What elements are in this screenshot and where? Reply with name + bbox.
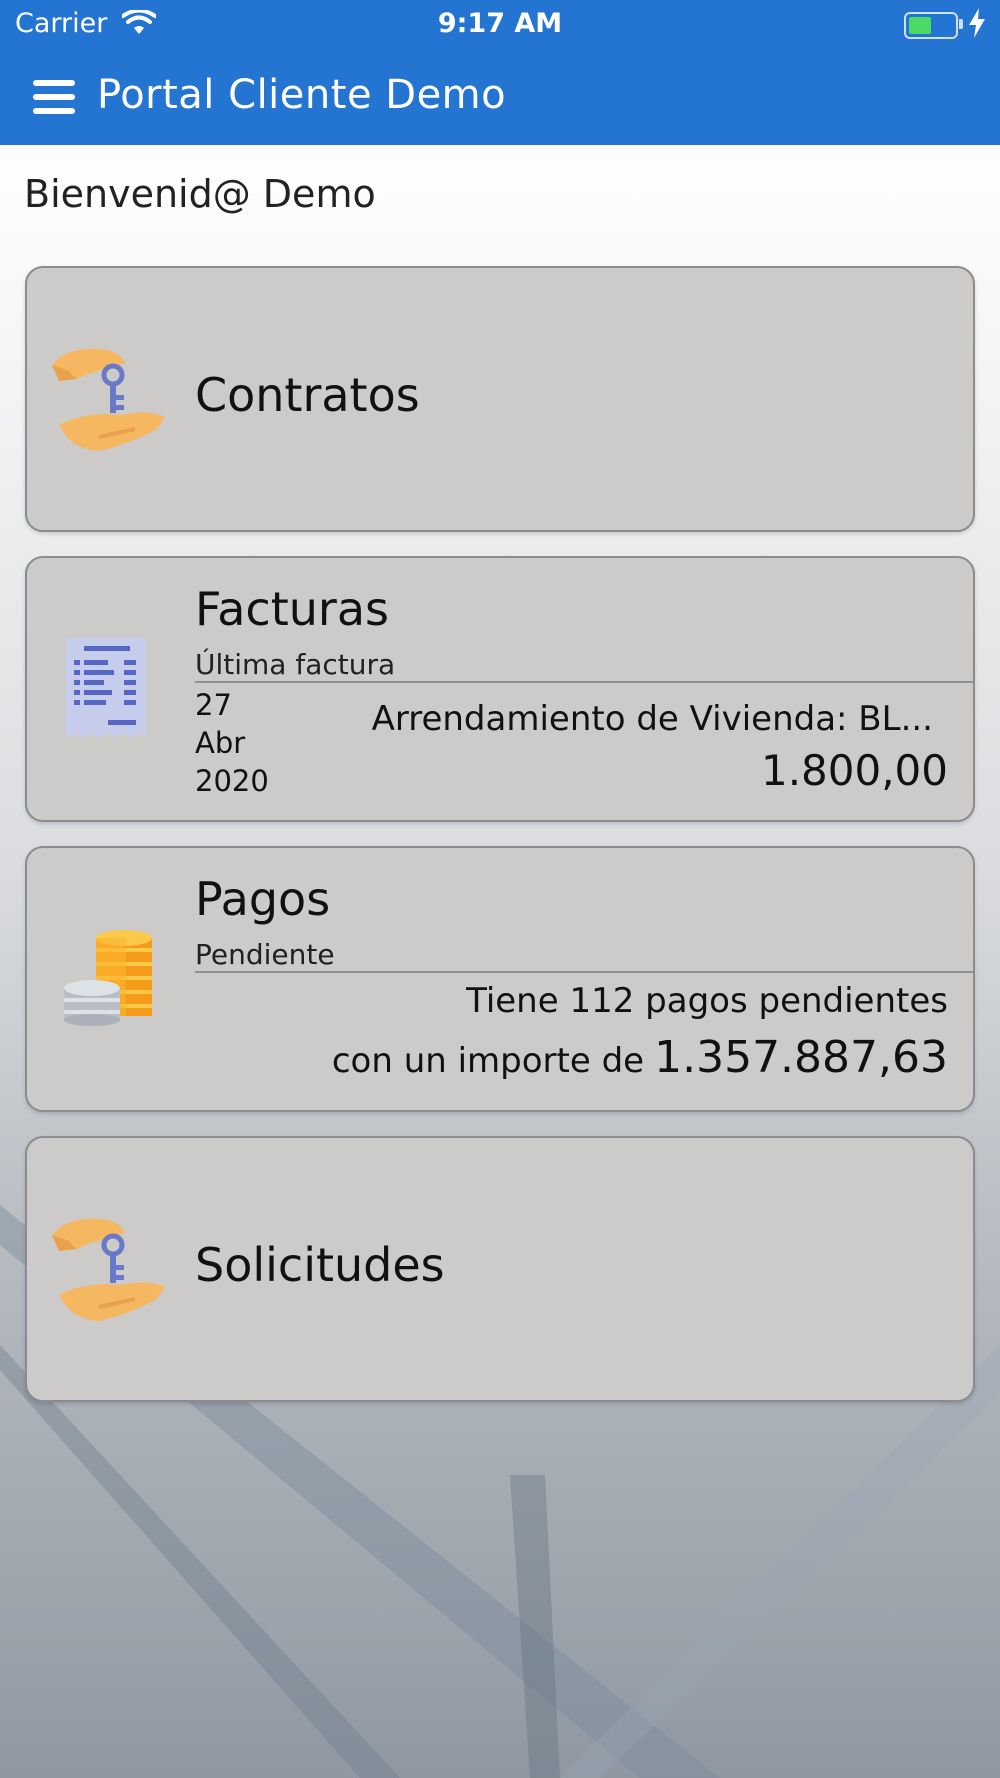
pending-count-text: Tiene 112 pagos pendientes (466, 981, 948, 1021)
hamburger-menu-icon[interactable] (33, 78, 77, 116)
pagos-subtitle: Pendiente (195, 938, 335, 971)
charging-bolt-icon (969, 8, 985, 38)
facturas-card[interactable]: Facturas Última factura 27 Abr 2020 Arre… (25, 556, 975, 822)
invoice-icon (66, 638, 146, 738)
pagos-card[interactable]: Pagos Pendiente Tiene 112 pagos pendient… (25, 846, 975, 1112)
facturas-title: Facturas (195, 582, 389, 636)
solicitudes-card[interactable]: Solicitudes (25, 1136, 975, 1402)
hand-key-icon (52, 1218, 165, 1321)
invoice-description: Arrendamiento de Vivienda: BL... (371, 699, 933, 739)
invoice-year: 2020 (195, 764, 269, 798)
facturas-divider (195, 681, 973, 683)
contratos-title: Contratos (195, 368, 420, 422)
invoice-month: Abr (195, 726, 246, 760)
invoice-amount: 1.800,00 (760, 746, 948, 795)
pagos-title: Pagos (195, 872, 331, 926)
solicitudes-title: Solicitudes (195, 1238, 445, 1292)
status-bar: Carrier 9:17 AM (0, 0, 1000, 50)
pagos-divider (195, 971, 973, 973)
invoice-day: 27 (195, 688, 232, 722)
app-title: Portal Cliente Demo (97, 72, 507, 118)
pending-amount: 1.357.887,63 (654, 1032, 948, 1083)
status-time: 9:17 AM (437, 8, 563, 39)
app-bar: Portal Cliente Demo (0, 50, 1000, 145)
contratos-card[interactable]: Contratos (25, 266, 975, 532)
pending-amount-prefix: con un importe de (331, 1041, 645, 1081)
facturas-subtitle: Última factura (195, 648, 396, 681)
invoice-date: 27 Abr 2020 (195, 686, 269, 800)
welcome-text: Bienvenid@ Demo (24, 172, 376, 216)
pending-amount-line: con un importe de 1.357.887,63 (332, 1032, 948, 1083)
hand-key-icon (52, 348, 165, 451)
battery-icon (904, 12, 958, 39)
coins-icon (64, 930, 152, 1026)
battery-tip (959, 19, 963, 29)
